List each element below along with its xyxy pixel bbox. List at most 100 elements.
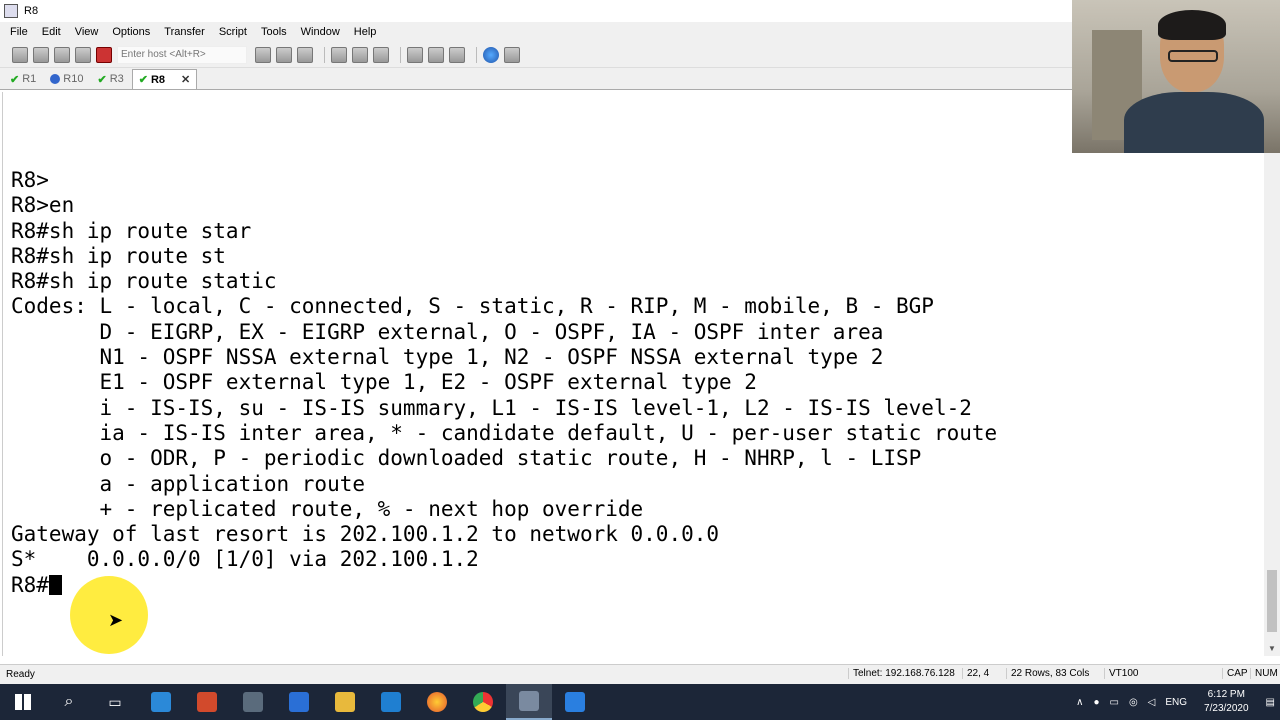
webcam-overlay: [1072, 0, 1280, 153]
print-icon[interactable]: [331, 46, 347, 63]
taskbar-app[interactable]: [138, 684, 184, 720]
app-icon: [289, 692, 309, 712]
tab-r1[interactable]: ✔ R1: [4, 69, 42, 89]
terminal-line: Codes: L - local, C - connected, S - sta…: [11, 294, 934, 319]
menu-window[interactable]: Window: [301, 26, 340, 38]
tab-r3[interactable]: ✔ R3: [91, 69, 129, 89]
toolbar-separator: [400, 46, 401, 63]
firefox-icon: [427, 692, 447, 712]
vertical-scrollbar[interactable]: ▲ ▼: [1264, 92, 1280, 656]
reconnect-icon[interactable]: [75, 46, 91, 63]
terminal-prompt-line: R8#: [11, 573, 997, 598]
clock[interactable]: 6:12 PM 7/23/2020: [1204, 688, 1249, 716]
taskbar-app[interactable]: [460, 684, 506, 720]
enter-host-input[interactable]: [117, 45, 247, 64]
taskbar-app[interactable]: [322, 684, 368, 720]
global-options-icon[interactable]: [428, 46, 444, 63]
app-icon: [381, 692, 401, 712]
app-icon: [151, 692, 171, 712]
taskbar-app[interactable]: [414, 684, 460, 720]
terminal-line: + - replicated route, % - next hop overr…: [11, 496, 644, 521]
info-icon: [50, 74, 61, 84]
terminal-line: ia - IS-IS inter area, * - candidate def…: [11, 420, 998, 445]
terminal-line: E1 - OSPF external type 1, E2 - OSPF ext…: [11, 370, 757, 395]
menu-tools[interactable]: Tools: [261, 26, 287, 38]
check-icon: ✔: [138, 74, 148, 86]
presenter-shirt: [1124, 92, 1264, 153]
terminal-line: R8#sh ip route st: [11, 243, 226, 268]
find-icon[interactable]: [297, 46, 313, 63]
status-cursor-position: 22, 4: [962, 668, 993, 679]
chevron-up-icon[interactable]: ∧: [1076, 697, 1083, 708]
folder-icon: [335, 692, 355, 712]
securecrt-icon: [519, 691, 539, 711]
taskbar-app[interactable]: [276, 684, 322, 720]
app-icon: [243, 692, 263, 712]
copy-icon[interactable]: [255, 46, 271, 63]
battery-icon[interactable]: ▭: [1109, 697, 1118, 708]
system-tray: ∧ ● ▭ ◎ ◁ ENG 6:12 PM 7/23/2020 ▤: [1071, 684, 1280, 720]
help-icon[interactable]: [483, 46, 499, 63]
status-size: 22 Rows, 83 Cols: [1006, 668, 1093, 679]
menu-options[interactable]: Options: [112, 26, 150, 38]
start-button[interactable]: [0, 684, 46, 720]
connect-tab-icon[interactable]: [54, 46, 70, 63]
disconnect-icon[interactable]: [96, 46, 112, 63]
taskbar-app[interactable]: [184, 684, 230, 720]
windows-taskbar: ⌕ ▭ ∧ ● ▭ ◎ ◁ ENG 6:12 PM 7/23/2020 ▤: [0, 684, 1280, 720]
connect-icon[interactable]: [12, 46, 28, 63]
terminal-line: Gateway of last resort is 202.100.1.2 to…: [11, 522, 720, 547]
menu-script[interactable]: Script: [219, 26, 247, 38]
taskbar-app-active[interactable]: [506, 684, 552, 720]
print-setup-icon[interactable]: [373, 46, 389, 63]
about-icon[interactable]: [504, 46, 520, 63]
menu-edit[interactable]: Edit: [42, 26, 61, 38]
close-tab-icon[interactable]: ✕: [181, 73, 190, 86]
terminal-line: o - ODR, P - periodic downloaded static …: [11, 446, 922, 471]
terminal-lines: R8> R8>en R8#sh ip route star R8#sh ip rout…: [11, 168, 997, 598]
taskbar-app[interactable]: [368, 684, 414, 720]
terminal-output[interactable]: R8> R8>en R8#sh ip route star R8#sh ip rout…: [2, 92, 1264, 656]
terminal-prompt: R8#: [11, 572, 49, 597]
menu-file[interactable]: File: [10, 26, 28, 38]
terminal-line: R8>en: [11, 193, 75, 218]
toolbar-separator: [324, 46, 325, 63]
presenter-hair: [1158, 10, 1226, 40]
print-selection-icon[interactable]: [352, 46, 368, 63]
tab-r8[interactable]: ✔ R8 ✕: [131, 69, 198, 89]
language-indicator[interactable]: ENG: [1165, 697, 1187, 708]
scrollbar-thumb[interactable]: [1267, 570, 1277, 632]
status-emulation: VT100: [1104, 668, 1142, 679]
taskbar-app[interactable]: [230, 684, 276, 720]
status-connection: Telnet: 192.168.76.128: [848, 668, 959, 679]
toolbar-separator: [476, 46, 477, 63]
status-caps: CAP: [1222, 668, 1252, 679]
tab-r10[interactable]: R10: [44, 69, 89, 89]
mouse-pointer-icon: ➤: [108, 610, 124, 630]
menu-transfer[interactable]: Transfer: [164, 26, 205, 38]
tab-label: R8: [150, 73, 166, 86]
tab-label: R3: [109, 73, 124, 85]
check-icon: ✔: [10, 73, 20, 86]
network-icon[interactable]: ◎: [1129, 697, 1138, 708]
taskbar-app[interactable]: [552, 684, 598, 720]
terminal-line: D - EIGRP, EX - EIGRP external, O - OSPF…: [11, 319, 884, 344]
tab-label: R1: [22, 73, 37, 85]
search-button[interactable]: ⌕: [46, 684, 92, 720]
quick-connect-icon[interactable]: [33, 46, 49, 63]
menu-view[interactable]: View: [75, 26, 99, 38]
menu-help[interactable]: Help: [354, 26, 377, 38]
terminal-line: S* 0.0.0.0/0 [1/0] via 202.100.1.2: [11, 547, 479, 572]
paste-icon[interactable]: [276, 46, 292, 63]
volume-icon[interactable]: ◁: [1148, 697, 1156, 708]
microphone-icon[interactable]: ●: [1093, 697, 1099, 708]
clock-date: 7/23/2020: [1204, 703, 1249, 714]
task-view-button[interactable]: ▭: [92, 684, 138, 720]
securecrt-app-icon: [4, 4, 18, 18]
keymap-icon[interactable]: [449, 46, 465, 63]
notification-icon[interactable]: ▤: [1266, 697, 1275, 708]
presenter-glasses: [1168, 50, 1218, 62]
session-options-icon[interactable]: [407, 46, 423, 63]
terminal-line: a - application route: [11, 471, 366, 496]
scroll-down-icon[interactable]: ▼: [1268, 644, 1276, 653]
